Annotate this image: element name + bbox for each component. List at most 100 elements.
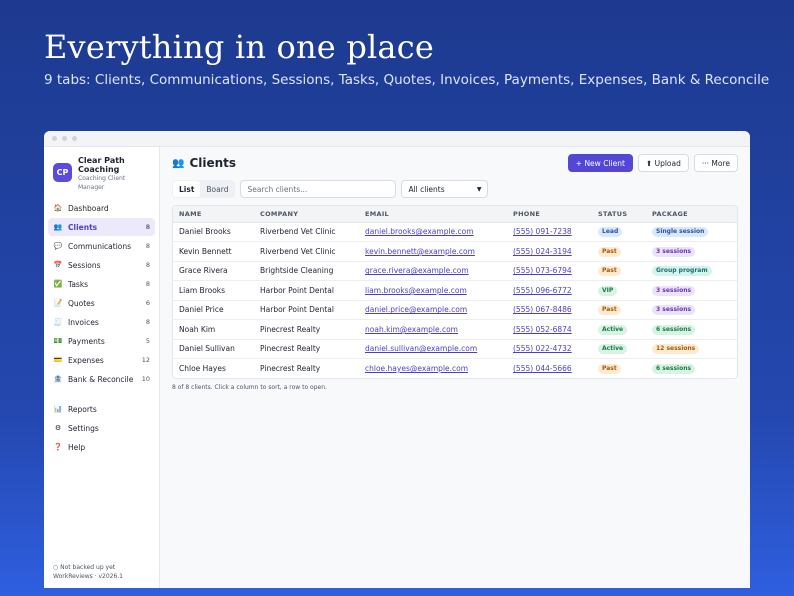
table-footer: 8 of 8 clients. Click a column to sort, … [172,384,327,391]
filter-value: All clients [408,184,445,194]
column-header-company[interactable]: COMPANY [254,206,359,223]
sidebar-item-count: 8 [145,280,150,288]
home-icon: 🏠 [53,204,63,212]
page-title: Clients [189,156,237,170]
cell-company: Pinecrest Realty [254,319,359,340]
sidebar-item-clients[interactable]: 👥 Clients 8 [48,218,155,236]
package-badge: 6 sessions [652,364,696,374]
window-maximize-dot[interactable] [72,136,77,141]
package-badge: 3 sessions [652,305,696,316]
money-icon: 💵 [53,337,63,345]
cell-status: Past [592,300,646,320]
sidebar-item-expenses[interactable]: 💳 Expenses 12 [48,351,155,369]
sidebar-secondary-nav: 📊 Reports ⚙ Settings ❓ Help [44,400,159,456]
cell-package: 3 sessions [646,300,737,320]
new-client-button[interactable]: + New Client [567,154,633,172]
upload-button[interactable]: ⬆ Upload [637,154,689,172]
sidebar-item-help[interactable]: ❓ Help [48,438,155,456]
table-row[interactable]: Kevin Bennett Riverbend Vet Clinic kevin.b… [173,241,737,262]
status-badge: Past [598,246,621,257]
cell-email-link[interactable]: grace.rivera@example.com [359,261,507,281]
cell-status: Active [592,319,646,340]
cell-phone-link[interactable]: (555) 096-6772 [507,280,592,301]
window-minimize-dot[interactable] [62,136,67,141]
cell-email-link[interactable]: daniel.sullivan@example.com [359,339,507,359]
search-input[interactable] [240,180,397,198]
sidebar-item-payments[interactable]: 💵 Payments 5 [48,332,155,350]
cell-phone-link[interactable]: (555) 024-3194 [507,241,592,262]
cell-phone-link[interactable]: (555) 073-6794 [507,261,592,281]
app-window: CP Clear Path Coaching Coaching Client M… [44,131,750,588]
table-header-row: NAME COMPANY EMAIL PHONE STATUS PACKAGE [173,206,737,223]
table-row[interactable]: Daniel Brooks Riverbend Vet Clinic daniel.… [173,222,737,242]
cell-company: Harbor Point Dental [254,300,359,320]
cell-status: Past [592,359,646,379]
sidebar-item-invoices[interactable]: 🧾 Invoices 8 [48,313,155,331]
more-button[interactable]: ··· More [693,154,738,172]
cell-email-link[interactable]: liam.brooks@example.com [359,280,507,301]
cell-company: Harbor Point Dental [254,280,359,301]
sidebar-item-settings[interactable]: ⚙ Settings [48,419,155,437]
sidebar-divider [44,389,159,400]
sidebar-item-sessions[interactable]: 📅 Sessions 8 [48,256,155,274]
cell-name: Daniel Sullivan [173,339,254,359]
status-badge: Lead [598,227,623,238]
header-actions: + New Client ⬆ Upload ··· More [567,154,738,172]
package-badge: 3 sessions [652,246,696,257]
brand-name-line2: Coaching [78,165,120,174]
sidebar-item-dashboard[interactable]: 🏠 Dashboard [48,199,155,217]
cell-name: Grace Rivera [173,261,254,281]
cell-phone-link[interactable]: (555) 067-8486 [507,300,592,320]
backup-status: ○ Not backed up yet [53,564,116,571]
cell-phone-link[interactable]: (555) 052-6874 [507,319,592,340]
brand-logo: CP [53,163,72,182]
cell-status: Past [592,241,646,262]
window-close-dot[interactable] [52,136,57,141]
table-row[interactable]: Daniel Price Harbor Point Dental daniel.pr… [173,300,737,320]
view-list-button[interactable]: List [173,181,201,197]
view-toggle: List Board [172,180,236,198]
cell-package: 3 sessions [646,241,737,262]
cell-phone-link[interactable]: (555) 022-4732 [507,339,592,359]
cell-email-link[interactable]: daniel.brooks@example.com [359,222,507,242]
sidebar-item-label: Invoices [68,317,99,327]
sidebar-item-tasks[interactable]: ✅ Tasks 8 [48,275,155,293]
cell-company: Pinecrest Realty [260,364,321,373]
table-row[interactable]: Liam Brooks Harbor Point Dental liam.brook… [173,280,737,301]
cell-phone-link[interactable]: (555) 091-7238 [507,222,592,242]
column-header-name[interactable]: NAME [173,206,254,223]
sidebar-item-quotes[interactable]: 📝 Quotes 6 [48,294,155,312]
cell-package: 3 sessions [646,280,737,301]
cell-phone-link[interactable]: (555) 044-5666 [507,359,592,379]
cell-email-link[interactable]: kevin.bennett@example.com [359,241,507,262]
package-badge: Single session [652,227,709,238]
sidebar-item-communications[interactable]: 💬 Communications 8 [48,237,155,255]
table-row[interactable]: Noah Kim Pinecrest Realty noah.kim@example… [173,319,737,340]
gear-icon: ⚙ [54,424,62,432]
cell-package: 6 sessions [646,319,737,340]
column-header-phone[interactable]: PHONE [507,206,592,223]
sidebar-item-count: 6 [145,299,150,307]
status-badge: VIP [598,285,618,296]
column-header-email[interactable]: EMAIL [359,206,507,223]
cell-email-link[interactable]: daniel.price@example.com [359,300,507,320]
table-row[interactable]: Chloe Hayes Pinecrest Realty chloe.hayes@e… [173,359,737,379]
column-header-status[interactable]: STATUS [592,206,646,223]
sidebar-item-label: Bank & Reconcile [68,374,134,384]
table-row[interactable]: Grace Rivera Brightside Cleaning grace.riv… [173,261,737,281]
brand-name-line1: Clear Path [78,156,125,165]
table-body: Daniel Brooks Riverbend Vet Clinic daniel.… [173,222,737,378]
view-board-button[interactable]: Board [200,181,234,197]
clients-table: NAME COMPANY EMAIL PHONE STATUS PACKAGE Danie… [172,205,738,379]
package-badge: 3 sessions [652,285,696,296]
table-row[interactable]: Daniel Sullivan Pinecrest Realty daniel.su… [173,339,737,359]
page-header: 👥 Clients [172,156,236,170]
cell-email-link[interactable]: chloe.hayes@example.com [359,359,507,379]
sidebar-item-bank[interactable]: 🏦 Bank & Reconcile 10 [48,370,155,388]
cell-package: 6 sessions [646,359,737,379]
sidebar-item-reports[interactable]: 📊 Reports [48,400,155,418]
column-header-package[interactable]: PACKAGE [646,206,737,223]
client-filter-select[interactable]: All clients ▼ [401,180,489,198]
chart-icon: 📊 [53,405,63,413]
cell-email-link[interactable]: noah.kim@example.com [359,319,507,340]
